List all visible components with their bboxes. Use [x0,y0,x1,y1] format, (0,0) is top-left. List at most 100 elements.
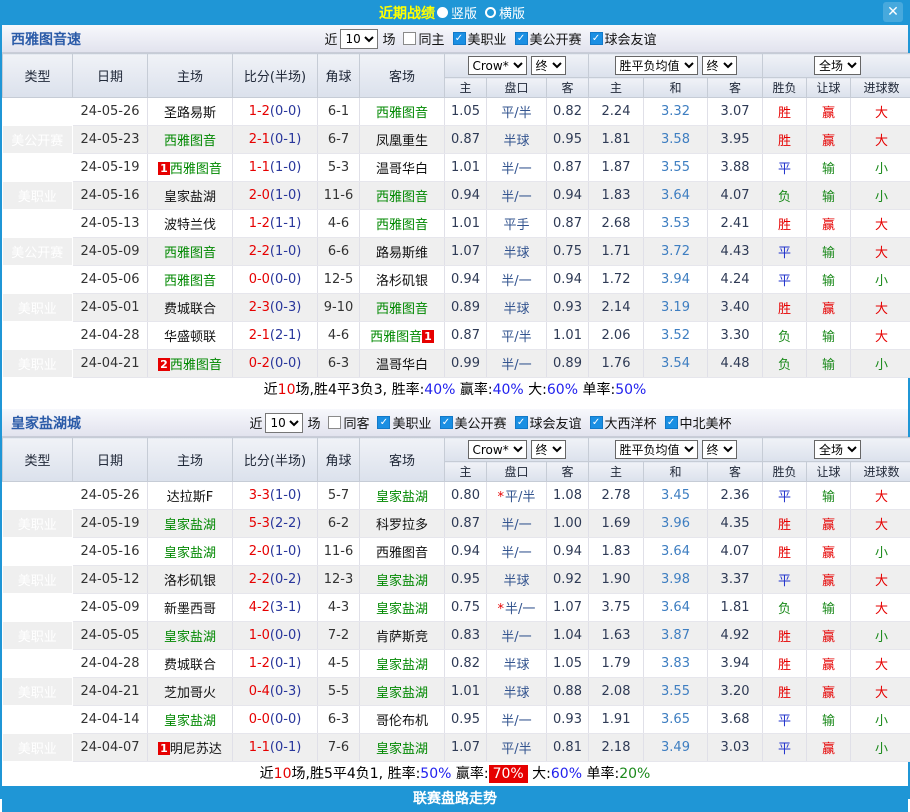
filter-bar: 近10场同主✓美职业✓美公开赛✓球会友谊 [81,29,899,49]
home-team: 皇家盐湖 [148,538,233,566]
away-team: 凤凰重生 [360,126,445,154]
result-goals: 大 [851,294,910,322]
away-team: 西雅图音 [360,538,445,566]
avg-away-odds: 3.37 [708,566,763,594]
table-row: 美职业24-05-06西雅图音0-0(0-0)12-5洛杉矶银0.94半/一0.… [3,266,910,294]
avg-home-odds: 2.08 [589,678,644,706]
sections-container: 西雅图音速近10场同主✓美职业✓美公开赛✓球会友谊类型日期主场比分(半场)角球客… [2,25,908,786]
avg-final-select[interactable]: 终 [702,440,737,459]
handicap-star: * [498,490,505,505]
home-team: 洛杉矶银 [148,566,233,594]
league-checkbox[interactable]: ✓ [440,416,453,429]
fulltime-score: 0-2 [249,356,270,371]
league-type-badge: 美职业 [3,734,73,762]
corner-score: 6-1 [318,98,360,126]
result-goals: 大 [851,238,910,266]
crow-away-odds: 0.93 [547,294,589,322]
summary-segment: 60% [547,382,578,398]
result-goals: 大 [851,482,910,510]
league-checkbox[interactable]: ✓ [453,32,466,45]
handicap-line: 半球 [487,678,547,706]
league-checkbox[interactable]: ✓ [515,32,528,45]
card-badge: 1 [422,330,434,343]
sub-column-header: 进球数 [851,78,910,98]
halftime-score: (1-0) [270,188,301,203]
avg-draw-odds: 3.98 [644,566,708,594]
avg-away-odds: 2.36 [708,482,763,510]
avg-final-select[interactable]: 终 [702,56,737,75]
league-checkbox[interactable]: ✓ [590,416,603,429]
match-date: 24-05-09 [73,238,148,266]
vertical-layout-radio[interactable] [437,7,448,18]
horizontal-layout-label[interactable]: 横版 [499,3,525,22]
crow-home-odds: 0.75 [445,594,487,622]
result-handicap: 赢 [807,566,851,594]
crow-away-odds: 1.00 [547,510,589,538]
league-type-badge: 美职业 [3,706,73,734]
match-date: 24-05-16 [73,538,148,566]
handicap-line: 平/半 [487,98,547,126]
crow-final-select[interactable]: 终 [531,56,566,75]
match-score: 2-1(2-1) [233,322,318,350]
result-winloss: 平 [763,706,807,734]
result-goals: 大 [851,322,910,350]
vertical-layout-label[interactable]: 竖版 [451,3,477,22]
sub-column-header: 进球数 [851,462,910,482]
result-handicap: 赢 [807,98,851,126]
sub-column-header: 客 [547,462,589,482]
halftime-score: (0-2) [270,572,301,587]
avg-odds-select[interactable]: 胜平负均值 [615,56,698,75]
league-checkbox[interactable]: ✓ [377,416,390,429]
match-scope-select[interactable]: 全场 [814,440,861,459]
header-controls-row: 类型日期主场比分(半场)角球客场Crow*终胜平负均值终全场 [3,54,910,78]
league-type-badge: 美公开赛 [3,238,73,266]
league-checkbox-label: 美职业 [392,413,431,432]
horizontal-layout-radio[interactable] [485,7,496,18]
avg-away-odds: 3.07 [708,98,763,126]
match-date: 24-05-16 [73,182,148,210]
corner-score: 11-6 [318,538,360,566]
result-goals: 小 [851,154,910,182]
recent-count-select[interactable]: 10 [265,413,303,433]
result-handicap: 输 [807,154,851,182]
table-row: 美职业24-05-13波特兰伐1-2(1-1)4-6西雅图音1.01平手0.87… [3,210,910,238]
league-checkbox[interactable]: ✓ [590,32,603,45]
corner-score: 6-3 [318,706,360,734]
league-checkbox[interactable]: ✓ [515,416,528,429]
crow-home-odds: 0.94 [445,182,487,210]
avg-home-odds: 2.24 [589,98,644,126]
result-handicap: 输 [807,238,851,266]
recent-count-select[interactable]: 10 [340,29,378,49]
match-date: 24-05-06 [73,266,148,294]
crow-company-select[interactable]: Crow* [468,56,527,75]
league-checkbox-label: 美公开赛 [530,29,582,48]
same-venue-checkbox[interactable] [403,32,416,45]
handicap-line: 半/一 [487,510,547,538]
result-winloss: 负 [763,594,807,622]
close-icon[interactable]: ✕ [883,2,903,22]
home-team-name: 西雅图音 [164,246,216,261]
sub-column-header: 主 [445,78,487,98]
avg-odds-group: 胜平负均值终 [589,438,763,462]
league-type-badge: 美公开赛 [3,594,73,622]
table-row: 美职业24-05-26圣路易斯1-2(0-0)6-1西雅图音1.05平/半0.8… [3,98,910,126]
crow-final-select[interactable]: 终 [531,440,566,459]
table-row: 美公开赛24-05-09西雅图音2-2(1-0)6-6路易斯维1.07半球0.7… [3,238,910,266]
avg-draw-odds: 3.72 [644,238,708,266]
match-date: 24-05-23 [73,126,148,154]
halftime-score: (0-0) [270,628,301,643]
summary-segment: 大: [524,382,547,398]
avg-odds-group: 胜平负均值终 [589,54,763,78]
home-team: 西雅图音 [148,266,233,294]
halftime-score: (0-3) [270,300,301,315]
league-trend-link[interactable]: 联赛盘路走势 [2,786,908,812]
halftime-score: (1-0) [270,544,301,559]
avg-odds-select[interactable]: 胜平负均值 [615,440,698,459]
same-venue-checkbox[interactable] [328,416,341,429]
avg-away-odds: 4.92 [708,622,763,650]
summary-segment: 60% [551,766,582,782]
league-checkbox[interactable]: ✓ [665,416,678,429]
corner-score: 4-6 [318,322,360,350]
crow-company-select[interactable]: Crow* [468,440,527,459]
match-scope-select[interactable]: 全场 [814,56,861,75]
